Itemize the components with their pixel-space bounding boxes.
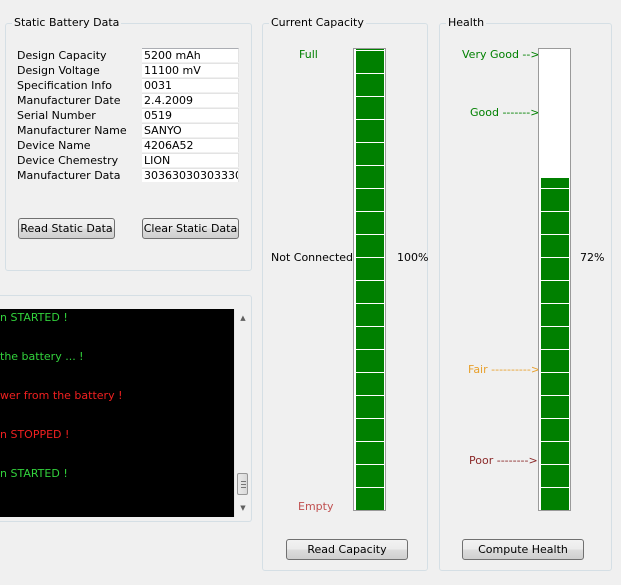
capacity-bar-segment — [356, 327, 384, 349]
health-bar-segment — [541, 488, 569, 510]
capacity-bar-segment — [356, 51, 384, 73]
device-name-label: Device Name — [17, 139, 91, 152]
capacity-bar-segment — [356, 143, 384, 165]
static-battery-data-title: Static Battery Data — [12, 16, 122, 29]
capacity-bar-segment — [356, 235, 384, 257]
log-line: wer from the battery ! — [0, 389, 123, 402]
health-progress-bar — [538, 48, 571, 511]
current-capacity-group: Current Capacity Full Empty Not Connecte… — [262, 16, 429, 571]
health-bar-segment — [541, 178, 569, 188]
manufacturer-data-label: Manufacturer Data — [17, 169, 121, 182]
capacity-bar-fill — [354, 49, 385, 510]
capacity-percent: 100% — [397, 251, 429, 264]
capacity-full-label: Full — [299, 48, 318, 61]
health-bar-segment — [541, 281, 569, 303]
compute-health-button[interactable]: Compute Health — [462, 539, 584, 560]
log-console[interactable]: n STARTED ! the battery ... ! wer from t… — [0, 309, 250, 517]
log-line: n STARTED ! — [0, 311, 68, 324]
capacity-empty-label: Empty — [298, 500, 334, 513]
capacity-bar-segment — [356, 97, 384, 119]
device-chemistry-field[interactable]: LION — [142, 153, 239, 167]
capacity-bar-segment — [356, 350, 384, 372]
health-good-label: Good -------> — [470, 106, 540, 119]
scroll-thumb[interactable] — [237, 473, 248, 495]
capacity-bar-segment — [356, 465, 384, 487]
current-capacity-title: Current Capacity — [269, 16, 366, 29]
capacity-bar-segment — [356, 212, 384, 234]
capacity-progress-bar — [353, 48, 386, 511]
connection-status: Not Connected — [271, 251, 354, 264]
health-bar-segment — [541, 258, 569, 280]
log-scrollbar[interactable]: ▲ ▼ — [234, 309, 250, 517]
capacity-bar-segment — [356, 488, 384, 510]
capacity-bar-segment — [356, 258, 384, 280]
capacity-bar-segment — [356, 281, 384, 303]
health-bar-segment — [541, 442, 569, 464]
health-bar-segment — [541, 465, 569, 487]
capacity-bar-segment — [356, 166, 384, 188]
health-bar-segment — [541, 350, 569, 372]
device-chemistry-label: Device Chemestry — [17, 154, 119, 167]
static-battery-data-group: Static Battery Data Design Capacity 5200… — [5, 16, 252, 271]
manufacturer-name-label: Manufacturer Name — [17, 124, 127, 137]
serial-number-label: Serial Number — [17, 109, 96, 122]
manufacturer-date-label: Manufacturer Date — [17, 94, 121, 107]
health-bar-fill — [539, 178, 570, 510]
design-capacity-field[interactable]: 5200 mAh — [142, 48, 239, 62]
capacity-bar-segment — [356, 396, 384, 418]
health-bar-segment — [541, 327, 569, 349]
capacity-bar-segment — [356, 120, 384, 142]
manufacturer-name-field[interactable]: SANYO — [142, 123, 239, 137]
capacity-bar-segment — [356, 442, 384, 464]
capacity-bar-segment — [356, 74, 384, 96]
capacity-bar-segment — [356, 373, 384, 395]
health-percent: 72% — [580, 251, 605, 264]
device-name-field[interactable]: 4206A52 — [142, 138, 239, 152]
design-capacity-label: Design Capacity — [17, 49, 107, 62]
health-very-good-label: Very Good --> — [462, 48, 540, 61]
health-bar-segment — [541, 304, 569, 326]
read-static-data-button[interactable]: Read Static Data — [18, 218, 115, 239]
log-line: n STOPPED ! — [0, 428, 70, 441]
specification-info-field[interactable]: 0031 — [142, 78, 239, 92]
capacity-bar-segment — [356, 189, 384, 211]
health-bar-segment — [541, 419, 569, 441]
health-title: Health — [446, 16, 487, 29]
serial-number-field[interactable]: 0519 — [142, 108, 239, 122]
specification-info-label: Specification Info — [17, 79, 112, 92]
health-fair-label: Fair ----------> — [468, 363, 541, 376]
read-capacity-button[interactable]: Read Capacity — [286, 539, 408, 560]
health-group: Health Very Good --> Good -------> Fair … — [439, 16, 612, 571]
health-bar-segment — [541, 373, 569, 395]
capacity-bar-segment — [356, 419, 384, 441]
manufacturer-data-field[interactable]: 303630303033303 — [142, 168, 239, 182]
health-bar-segment — [541, 396, 569, 418]
clear-static-data-button[interactable]: Clear Static Data — [142, 218, 239, 239]
design-voltage-label: Design Voltage — [17, 64, 100, 77]
scroll-up-arrow-icon[interactable]: ▲ — [235, 310, 250, 326]
health-poor-label: Poor --------> — [469, 454, 538, 467]
log-line: the battery ... ! — [0, 350, 84, 363]
scroll-down-arrow-icon[interactable]: ▼ — [235, 500, 250, 516]
capacity-bar-segment — [356, 304, 384, 326]
health-bar-segment — [541, 189, 569, 211]
manufacturer-date-field[interactable]: 2.4.2009 — [142, 93, 239, 107]
health-bar-segment — [541, 235, 569, 257]
design-voltage-field[interactable]: 11100 mV — [142, 63, 239, 77]
health-bar-segment — [541, 212, 569, 234]
log-line: n STARTED ! — [0, 467, 68, 480]
capacity-bar-segment — [356, 49, 384, 50]
